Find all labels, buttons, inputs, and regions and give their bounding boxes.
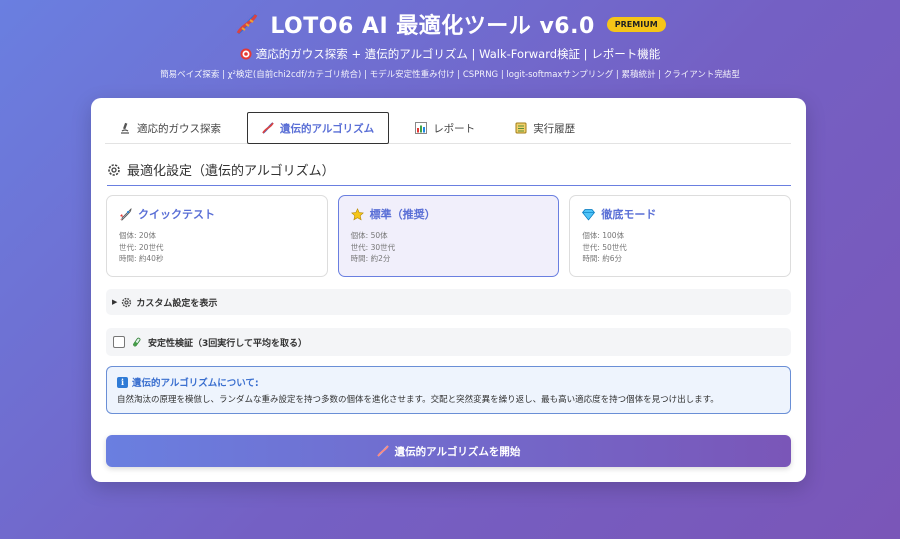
mode-detail: 世代: 50世代 [582,242,627,252]
features-line: 簡易ベイズ探索 | χ²検定(自前chi2cdf/カテゴリ統合) | モデル安定… [160,70,740,80]
info-body: 自然淘汰の原理を模倣し、ランダムな重み設定を持つ多数の個体を進化させます。交配と… [117,395,719,405]
stability-label: 安定性検証（3回実行して平均を取る） [148,338,307,349]
mode-head: 標準（推奨） [350,206,547,222]
mode-detail: 世代: 30世代 [350,242,396,252]
mode-detail: 個体: 100体 [582,231,625,240]
star-icon [350,207,364,220]
mode-detail: 個体: 20体 [119,231,156,240]
section-title-text: 最適化設定（遺伝的アルゴリズム） [127,164,335,179]
info-title-text: 遺伝的アルゴリズムについて: [132,378,259,389]
mode-card-quick[interactable]: クイックテスト 個体: 20体 世代: 20世代 時間: 約40秒 [106,195,328,277]
tab-bar: 適応的ガウス探索 遺伝的アルゴリズム レポート 実行履歴 [105,112,791,144]
premium-badge: PREMIUM [606,16,666,32]
custom-settings-toggle[interactable]: ▶ カスタム設定を表示 [106,289,791,315]
info-title: i 遺伝的アルゴリズムについて: [117,375,780,389]
mode-head: 徹底モード [582,206,778,222]
mode-title: 標準（推奨） [369,208,436,221]
tab-genetic-algorithm[interactable]: 遺伝的アルゴリズム [247,112,390,144]
tab-gaussian-search[interactable]: 適応的ガウス探索 [105,112,235,144]
start-button-label: 遺伝的アルゴリズムを開始 [394,445,521,458]
start-genetic-algorithm-button[interactable]: 遺伝的アルゴリズムを開始 [106,435,791,467]
gear-icon [122,297,132,307]
tab-history[interactable]: 実行履歴 [501,112,589,144]
disclosure-triangle-icon: ▶ [112,298,118,306]
mode-selector: クイックテスト 個体: 20体 世代: 20世代 時間: 約40秒 標準（推奨）… [106,195,792,277]
app-title: LOTO6 AI 最適化ツール v6.0 [270,14,595,39]
title-row: LOTO6 AI 最適化ツール v6.0 PREMIUM [0,8,900,40]
mode-detail: 時間: 約6分 [582,254,623,263]
test-tube-icon [133,337,141,346]
tab-report[interactable]: レポート [401,112,489,144]
stability-checkbox[interactable] [113,336,125,348]
target-icon [240,48,252,60]
mode-detail: 世代: 20世代 [119,242,164,252]
section-title: 最適化設定（遺伝的アルゴリズム） [107,160,791,186]
gear-icon [108,163,120,176]
info-box: i 遺伝的アルゴリズムについて: 自然淘汰の原理を模倣し、ランダムな重み設定を持… [106,366,791,414]
tab-label: 実行履歴 [533,122,576,135]
tab-label: レポート [433,122,476,135]
subtitle-text: 適応的ガウス探索 + 遺伝的アルゴリズム | Walk-Forward検証 | … [255,47,661,61]
mode-detail: 時間: 約2分 [350,254,391,263]
microscope-icon [121,122,129,134]
main-card: 適応的ガウス探索 遺伝的アルゴリズム レポート 実行履歴 最適化設定（遺伝的アル… [91,98,806,482]
tab-label: 遺伝的アルゴリズム [280,122,375,135]
info-icon: i [117,376,128,388]
tab-label: 適応的ガウス探索 [137,122,221,135]
mode-card-standard[interactable]: 標準（推奨） 個体: 50体 世代: 30世代 時間: 約2分 [337,195,560,277]
stability-check-row: 安定性検証（3回実行して平均を取る） [106,328,791,356]
custom-settings-label: カスタム設定を表示 [136,298,218,309]
dna-icon [262,122,274,134]
dna-icon [236,13,258,35]
mode-title: クイックテスト [138,208,215,221]
ledger-icon [515,122,527,134]
mode-card-thorough[interactable]: 徹底モード 個体: 100体 世代: 50世代 時間: 約6分 [569,195,792,277]
mode-detail: 時間: 約40秒 [119,254,164,263]
mode-detail: 個体: 50体 [350,231,388,240]
subtitle: 適応的ガウス探索 + 遺伝的アルゴリズム | Walk-Forward検証 | … [0,46,900,62]
dna-icon [376,445,389,457]
rocket-icon [120,207,132,221]
mode-head: クイックテスト [119,206,315,222]
chart-icon [415,122,428,134]
gem-icon [582,208,596,221]
mode-title: 徹底モード [601,208,657,221]
